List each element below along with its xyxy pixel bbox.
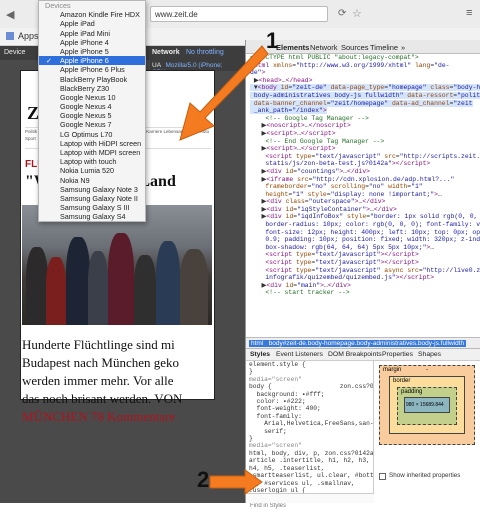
marker-2: 2 [197, 467, 210, 492]
arrow-1-shape [179, 45, 269, 141]
find-in-styles-field[interactable] [246, 503, 366, 509]
annotation-arrow-1 [179, 45, 269, 495]
marker-1: 1 [266, 28, 279, 53]
arrow-2-shape [209, 469, 263, 495]
